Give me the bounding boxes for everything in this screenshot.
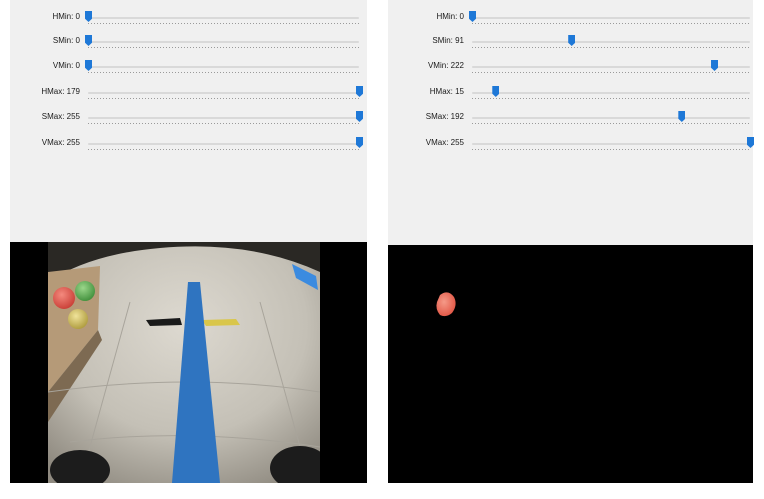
left-trackbar-window: HMin: 0 SMin: 0 VMin: 0 HMax: 179 SMax: … (10, 0, 367, 483)
slider-thumb[interactable] (85, 11, 92, 22)
trackbar-vmax: VMax: 255 (10, 134, 367, 156)
mask-output-picture (388, 245, 753, 483)
trackbar-label: SMax: 255 (41, 112, 80, 121)
trackbar-vmin: VMin: 222 (388, 57, 753, 79)
slider-track[interactable] (469, 11, 750, 25)
slider-track[interactable] (472, 111, 750, 125)
slider-track[interactable] (88, 111, 363, 125)
trackbar-smin: SMin: 91 (388, 32, 753, 54)
trackbar-label: VMin: 222 (427, 61, 464, 70)
trackbar-label: HMax: 15 (429, 87, 464, 96)
trackbar-label: HMin: 0 (52, 12, 80, 21)
slider-thumb[interactable] (356, 137, 363, 148)
trackbar-hmax: HMax: 15 (388, 83, 753, 105)
slider-thumb[interactable] (85, 60, 92, 71)
slider-track[interactable] (472, 60, 750, 74)
slider-thumb[interactable] (568, 35, 576, 46)
trackbar-label: SMax: 192 (425, 112, 464, 121)
trackbar-label: SMin: 0 (52, 36, 80, 45)
trackbar-vmax: VMax: 255 (388, 134, 754, 156)
red-ball (53, 287, 75, 309)
trackbar-vmin: VMin: 0 (10, 57, 367, 79)
slider-track[interactable] (472, 137, 754, 151)
trackbar-hmin: HMin: 0 (10, 8, 367, 30)
trackbar-smax: SMax: 192 (388, 108, 753, 130)
trackbar-label: SMin: 91 (432, 36, 464, 45)
camera-feed-image (10, 242, 367, 483)
trackbar-hmin: HMin: 0 (388, 8, 753, 30)
yellow-patch (202, 319, 240, 326)
slider-track[interactable] (472, 86, 750, 100)
slider-track[interactable] (88, 137, 363, 151)
slider-thumb[interactable] (469, 11, 476, 22)
trackbar-label: VMin: 0 (52, 61, 80, 70)
trackbar-label: VMax: 255 (425, 138, 464, 147)
slider-track[interactable] (88, 86, 363, 100)
slider-track[interactable] (85, 60, 359, 74)
trackbar-smin: SMin: 0 (10, 32, 367, 54)
slider-thumb[interactable] (711, 60, 719, 71)
right-trackbar-window: HMin: 0 SMin: 91 VMin: 222 HMax: 15 SMax… (388, 0, 754, 483)
trackbar-hmax: HMax: 179 (10, 83, 367, 105)
trackbar-panel: HMin: 0 SMin: 91 VMin: 222 HMax: 15 SMax… (388, 0, 754, 245)
slider-track[interactable] (472, 35, 750, 49)
slider-thumb[interactable] (356, 86, 363, 97)
trackbar-panel: HMin: 0 SMin: 0 VMin: 0 HMax: 179 SMax: … (10, 0, 367, 242)
trackbar-label: VMax: 255 (41, 138, 80, 147)
trackbar-smax: SMax: 255 (10, 108, 367, 130)
slider-thumb[interactable] (85, 35, 92, 46)
slider-thumb[interactable] (747, 137, 754, 148)
yellow-ball (68, 309, 88, 329)
camera-feed-picture (10, 242, 367, 483)
slider-track[interactable] (85, 35, 359, 49)
trackbar-label: HMax: 179 (41, 87, 80, 96)
green-ball (75, 281, 95, 301)
trackbar-label: HMin: 0 (436, 12, 464, 21)
slider-thumb[interactable] (492, 86, 500, 97)
slider-track[interactable] (85, 11, 359, 25)
slider-thumb[interactable] (678, 111, 686, 122)
slider-thumb[interactable] (356, 111, 363, 122)
mask-output-image (388, 245, 753, 483)
